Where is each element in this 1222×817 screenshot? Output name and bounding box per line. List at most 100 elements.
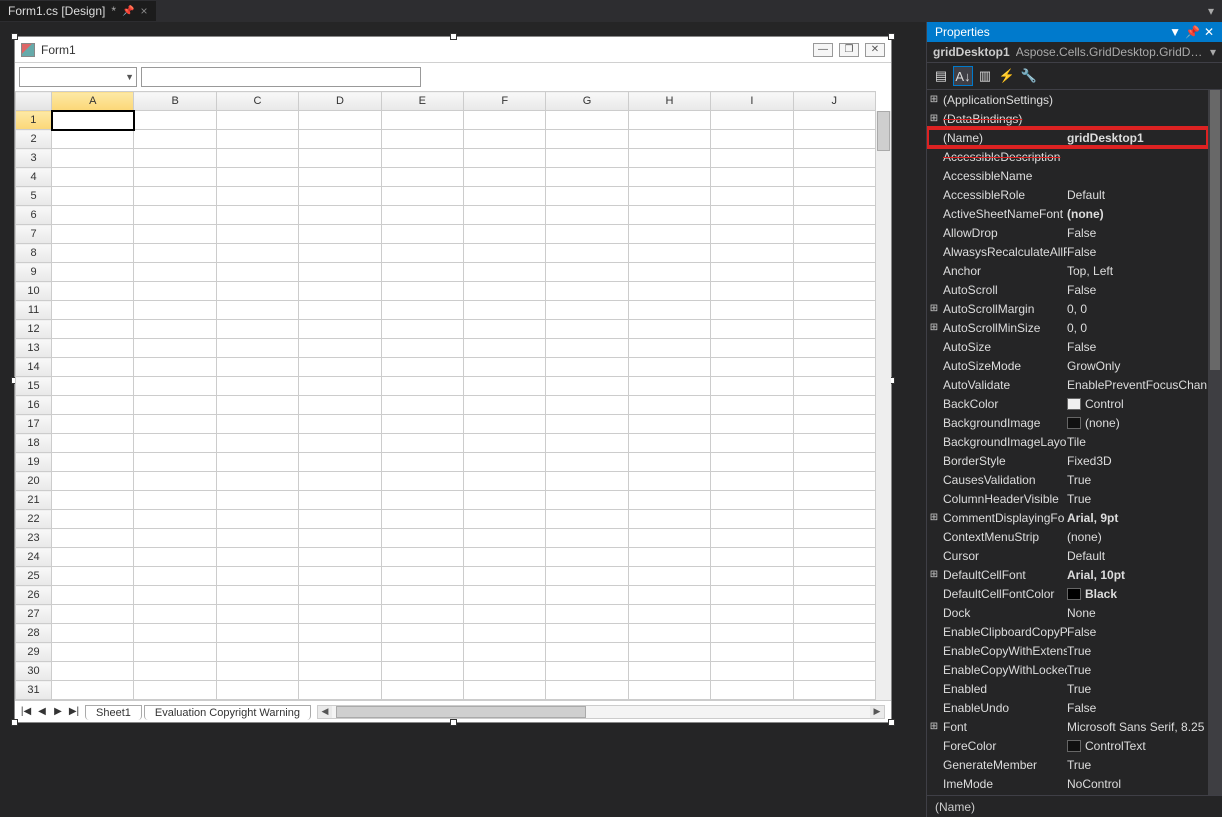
- property-value[interactable]: Microsoft Sans Serif, 8.25: [1067, 720, 1208, 734]
- cell[interactable]: [546, 415, 628, 434]
- cell[interactable]: [711, 263, 793, 282]
- cell[interactable]: [628, 567, 710, 586]
- messages-button[interactable]: 🔧: [1019, 66, 1039, 86]
- cell[interactable]: [216, 434, 298, 453]
- property-row[interactable]: CausesValidation True: [927, 470, 1208, 489]
- cell[interactable]: [793, 472, 875, 491]
- cell[interactable]: [381, 491, 463, 510]
- cell[interactable]: [546, 605, 628, 624]
- property-row[interactable]: AutoSizeMode GrowOnly: [927, 356, 1208, 375]
- cell[interactable]: [134, 206, 216, 225]
- expand-icon[interactable]: ⊞: [927, 113, 941, 124]
- cell[interactable]: [381, 282, 463, 301]
- cell[interactable]: [711, 396, 793, 415]
- cell[interactable]: [299, 548, 381, 567]
- cell[interactable]: [546, 282, 628, 301]
- cell[interactable]: [793, 377, 875, 396]
- cell[interactable]: [134, 681, 216, 700]
- cell[interactable]: [464, 130, 546, 149]
- property-row[interactable]: EnableCopyWithExtensi True: [927, 641, 1208, 660]
- cell[interactable]: [546, 339, 628, 358]
- cell[interactable]: [216, 377, 298, 396]
- property-value[interactable]: Tile: [1067, 435, 1208, 449]
- cell[interactable]: [299, 586, 381, 605]
- cell[interactable]: [546, 263, 628, 282]
- property-value[interactable]: EnablePreventFocusChan: [1067, 378, 1208, 392]
- cell[interactable]: [793, 149, 875, 168]
- property-row[interactable]: AccessibleName: [927, 166, 1208, 185]
- cell[interactable]: [299, 263, 381, 282]
- property-value[interactable]: True: [1067, 663, 1208, 677]
- cell[interactable]: [134, 472, 216, 491]
- cell[interactable]: [216, 681, 298, 700]
- property-row[interactable]: BackColor Control: [927, 394, 1208, 413]
- column-header[interactable]: I: [711, 92, 793, 111]
- cell[interactable]: [381, 624, 463, 643]
- cell[interactable]: [216, 149, 298, 168]
- cell[interactable]: [711, 529, 793, 548]
- property-row[interactable]: ⊞ Font Microsoft Sans Serif, 8.25: [927, 717, 1208, 736]
- cell[interactable]: [216, 472, 298, 491]
- cell[interactable]: [299, 225, 381, 244]
- cell[interactable]: [299, 149, 381, 168]
- cell[interactable]: [711, 206, 793, 225]
- cell[interactable]: [793, 491, 875, 510]
- close-button[interactable]: ✕: [865, 43, 885, 57]
- column-header[interactable]: A: [52, 92, 134, 111]
- cell[interactable]: [793, 320, 875, 339]
- property-value[interactable]: Control: [1067, 397, 1208, 411]
- cell[interactable]: [134, 567, 216, 586]
- property-row[interactable]: AutoValidate EnablePreventFocusChan: [927, 375, 1208, 394]
- sheet-nav-button[interactable]: |◀: [19, 705, 33, 719]
- cell[interactable]: [464, 168, 546, 187]
- formula-bar[interactable]: [141, 67, 421, 87]
- row-header[interactable]: 23: [16, 529, 52, 548]
- cell[interactable]: [52, 206, 134, 225]
- cell[interactable]: [711, 168, 793, 187]
- cell[interactable]: [134, 358, 216, 377]
- cell[interactable]: [711, 491, 793, 510]
- cell[interactable]: [628, 301, 710, 320]
- cell[interactable]: [793, 548, 875, 567]
- cell[interactable]: [546, 624, 628, 643]
- cell[interactable]: [546, 187, 628, 206]
- cell[interactable]: [464, 681, 546, 700]
- cell[interactable]: [546, 453, 628, 472]
- row-header[interactable]: 13: [16, 339, 52, 358]
- cell[interactable]: [381, 662, 463, 681]
- cell[interactable]: [216, 225, 298, 244]
- cell[interactable]: [464, 339, 546, 358]
- cell[interactable]: [299, 605, 381, 624]
- categorized-button[interactable]: ▤: [931, 66, 951, 86]
- cell[interactable]: [628, 529, 710, 548]
- cell[interactable]: [711, 434, 793, 453]
- cell[interactable]: [216, 187, 298, 206]
- property-row[interactable]: GenerateMember True: [927, 755, 1208, 774]
- cell[interactable]: [381, 111, 463, 130]
- cell[interactable]: [793, 301, 875, 320]
- property-row[interactable]: ForeColor ControlText: [927, 736, 1208, 755]
- property-value[interactable]: Fixed3D: [1067, 454, 1208, 468]
- row-header[interactable]: 17: [16, 415, 52, 434]
- property-row[interactable]: ActiveSheetNameFont (none): [927, 204, 1208, 223]
- cell[interactable]: [464, 225, 546, 244]
- expand-icon[interactable]: ⊞: [927, 569, 941, 580]
- cell[interactable]: [464, 662, 546, 681]
- cell[interactable]: [793, 681, 875, 700]
- property-value[interactable]: Top, Left: [1067, 264, 1208, 278]
- cell[interactable]: [216, 244, 298, 263]
- property-value[interactable]: ControlText: [1067, 739, 1208, 753]
- cell[interactable]: [52, 263, 134, 282]
- cell[interactable]: [628, 643, 710, 662]
- cell[interactable]: [793, 225, 875, 244]
- cell[interactable]: [52, 320, 134, 339]
- cell[interactable]: [793, 282, 875, 301]
- cell[interactable]: [299, 624, 381, 643]
- cell[interactable]: [299, 320, 381, 339]
- cell[interactable]: [546, 396, 628, 415]
- cell[interactable]: [793, 453, 875, 472]
- cell[interactable]: [628, 548, 710, 567]
- cell[interactable]: [52, 605, 134, 624]
- cell[interactable]: [299, 282, 381, 301]
- sheet-nav-button[interactable]: ▶: [51, 705, 65, 719]
